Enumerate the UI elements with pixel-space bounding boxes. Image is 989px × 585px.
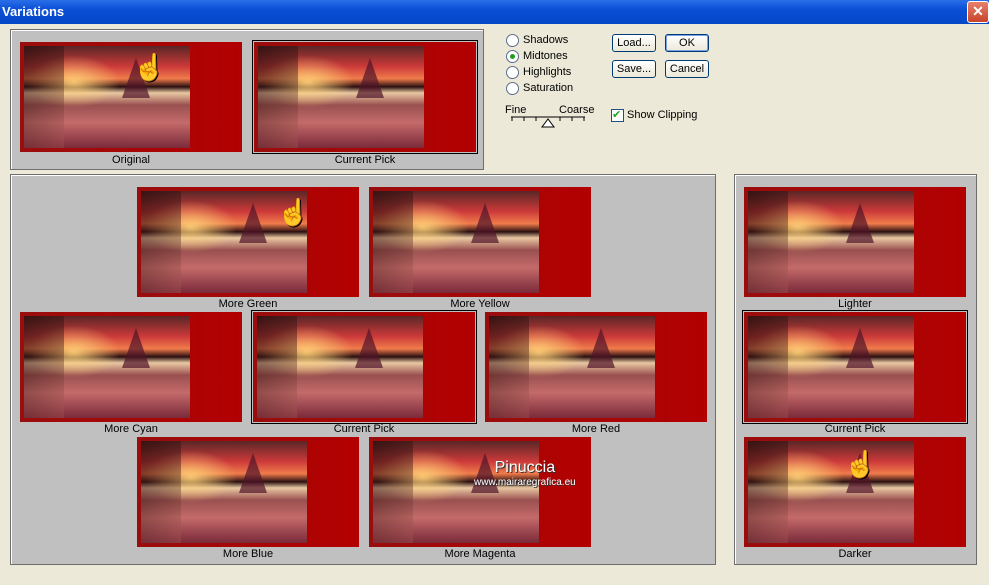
current-pick-lightness-label: Current Pick <box>824 423 886 435</box>
current-pick-center-label: Current Pick <box>333 423 395 435</box>
original-thumbnail: ☝ <box>20 42 242 152</box>
close-button[interactable]: ✕ <box>967 1 989 23</box>
more-blue-label: More Blue <box>222 548 274 560</box>
pointing-hand-icon: ☝ <box>844 449 877 479</box>
slider-thumb[interactable] <box>541 118 555 128</box>
more-yellow-thumbnail[interactable] <box>369 187 591 297</box>
radio-label: Highlights <box>523 66 572 78</box>
pointing-hand-icon: ☝ <box>277 197 310 227</box>
close-icon: ✕ <box>972 3 984 19</box>
radio-highlights[interactable]: Highlights <box>506 64 571 80</box>
current-pick-center-thumbnail[interactable] <box>251 310 477 424</box>
lightness-panel: Lighter Current Pick ☝ Darker <box>734 174 977 565</box>
current-pick-label: Current Pick <box>334 154 396 166</box>
darker-label: Darker <box>838 548 872 560</box>
more-magenta-thumbnail[interactable] <box>369 437 591 547</box>
watermark-site: www.mairaregrafica.eu <box>474 477 576 488</box>
watermark-name: Pinuccia <box>494 459 556 476</box>
lighter-label: Lighter <box>838 298 872 310</box>
more-blue-thumbnail[interactable] <box>137 437 359 547</box>
original-label: Original <box>112 154 150 166</box>
preview-panel: ☝ Original Current Pick <box>10 29 484 170</box>
load-button[interactable]: Load... <box>612 34 656 52</box>
current-pick-thumbnail <box>252 40 478 154</box>
radio-saturation[interactable]: Saturation <box>506 80 573 96</box>
radio-shadows[interactable]: Shadows <box>506 32 568 48</box>
show-clipping-checkbox[interactable] <box>611 108 624 122</box>
more-cyan-thumbnail[interactable] <box>20 312 242 422</box>
radio-label: Shadows <box>523 34 569 46</box>
fine-coarse-slider[interactable] <box>511 113 585 129</box>
more-red-thumbnail[interactable] <box>485 312 707 422</box>
more-yellow-label: More Yellow <box>450 298 510 310</box>
radio-midtones[interactable]: Midtones <box>506 48 568 64</box>
window-title: Variations <box>2 4 65 19</box>
show-clipping-label: Show Clipping <box>627 109 698 121</box>
title-bar: Variations ✕ <box>0 0 989 24</box>
more-red-label: More Red <box>571 423 621 435</box>
more-cyan-label: More Cyan <box>104 423 158 435</box>
more-green-label: More Green <box>218 298 278 310</box>
pointing-hand-icon: ☝ <box>133 52 166 82</box>
lighter-thumbnail[interactable] <box>744 187 966 297</box>
radio-dot[interactable] <box>506 81 519 95</box>
radio-dot[interactable] <box>506 49 519 63</box>
save-button[interactable]: Save... <box>612 60 656 78</box>
more-green-thumbnail[interactable]: ☝ <box>137 187 359 297</box>
more-magenta-label: More Magenta <box>444 548 516 560</box>
darker-thumbnail[interactable]: ☝ <box>744 437 966 547</box>
radio-label: Saturation <box>523 82 574 94</box>
color-variations-panel: ☝ More Green More Yellow More Cyan Curre… <box>10 174 716 565</box>
watermark: Pinuccia www.mairaregrafica.eu <box>474 459 576 488</box>
radio-dot[interactable] <box>506 33 519 47</box>
radio-dot[interactable] <box>506 65 519 79</box>
cancel-button[interactable]: Cancel <box>665 60 709 78</box>
radio-label: Midtones <box>523 50 568 62</box>
current-pick-lightness-thumbnail[interactable] <box>742 310 968 424</box>
ok-button[interactable]: OK <box>665 34 709 52</box>
